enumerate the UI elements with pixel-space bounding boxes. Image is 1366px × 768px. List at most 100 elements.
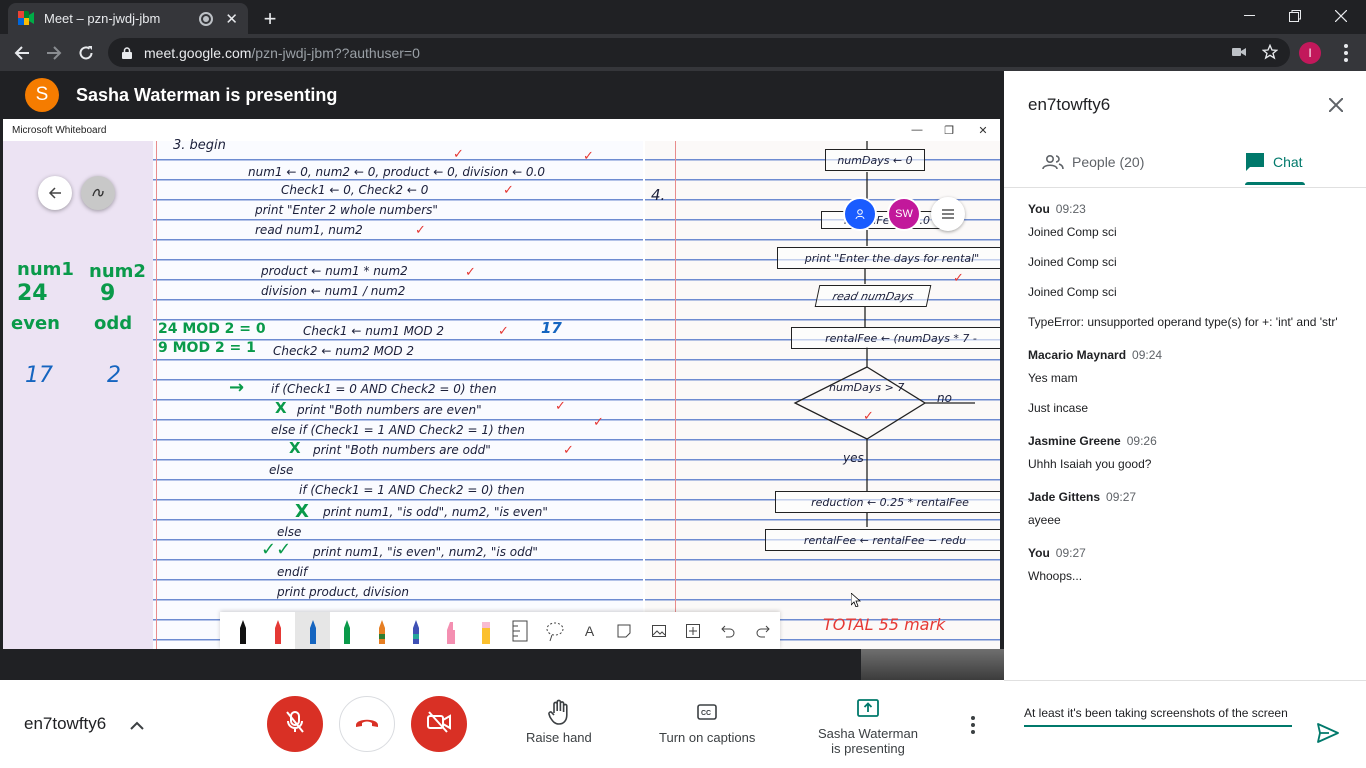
margin-note: 2	[107, 363, 121, 388]
whiteboard-titlebar: Microsoft Whiteboard — ❐ ✕	[3, 119, 1000, 141]
lock-icon[interactable]	[122, 46, 132, 59]
chat-compose-input[interactable]: At least it's been taking screenshots of…	[1024, 699, 1292, 727]
profile-avatar[interactable]: I	[1299, 42, 1321, 64]
pen-rainbow-icon[interactable]	[365, 612, 400, 649]
forward-icon[interactable]	[41, 40, 67, 66]
new-tab-icon[interactable]: +	[258, 6, 282, 32]
image-icon[interactable]	[642, 612, 677, 649]
pen-green-icon[interactable]	[330, 612, 365, 649]
tab-people[interactable]: People (20)	[1042, 139, 1144, 185]
chevron-up-icon[interactable]	[128, 716, 146, 734]
red-tick: ✓	[503, 183, 514, 198]
handwritten-line: Check1 ← 0, Check2 ← 0	[281, 183, 429, 197]
present-now-button[interactable]: Sasha Waterman is presenting	[818, 694, 918, 756]
back-icon[interactable]	[9, 40, 35, 66]
pen-red-icon[interactable]	[261, 612, 296, 649]
leave-call-button[interactable]	[339, 696, 395, 752]
message-text: ayeee	[1028, 513, 1061, 527]
message-group: Jade Gittens 09:27 ayeee	[1028, 490, 1348, 530]
send-icon[interactable]	[1316, 721, 1340, 745]
url-field[interactable]: meet.google.com/pzn-jwdj-jbm??authuser=0	[108, 38, 1290, 67]
handwritten-line: if (Check1 = 0 AND Check2 = 0) then	[271, 382, 497, 396]
pen-galaxy-icon[interactable]	[399, 612, 434, 649]
collaborators-icon[interactable]	[843, 197, 877, 231]
wb-back-icon[interactable]	[38, 176, 72, 210]
whiteboard-canvas[interactable]: num1 num2 24 9 even odd 17 2 3. begin nu…	[3, 138, 1000, 649]
handwritten-line: division ← num1 / num2	[261, 284, 406, 298]
message-text: Just incase	[1028, 401, 1089, 415]
cross-mark: X	[275, 399, 287, 417]
url-path: /pzn-jwdj-jbm??authuser=0	[251, 44, 420, 61]
self-video-thumbnail[interactable]	[861, 649, 1004, 680]
message-author: You	[1028, 546, 1050, 560]
handwritten-green: 9 MOD 2 = 1	[158, 340, 256, 356]
browser-menu-icon[interactable]	[1336, 42, 1356, 64]
pen-black-icon[interactable]	[226, 612, 261, 649]
presentation-stage: S Sasha Waterman is presenting Microsoft…	[0, 71, 1004, 680]
presenter-avatar: S	[25, 78, 59, 112]
undo-icon[interactable]	[711, 612, 746, 649]
highlighter-pink-icon[interactable]	[434, 612, 469, 649]
branch-label-yes: yes	[843, 451, 864, 465]
lasso-icon[interactable]	[538, 612, 573, 649]
handwritten-line: print num1, "is odd", num2, "is even"	[323, 505, 548, 519]
handwritten-line: else	[277, 525, 302, 539]
cross-mark: X	[295, 501, 309, 522]
red-tick: ✓	[593, 415, 604, 430]
reload-icon[interactable]	[73, 40, 99, 66]
wb-menu-icon[interactable]	[931, 197, 965, 231]
redo-icon[interactable]	[745, 612, 780, 649]
wb-minimize-icon[interactable]: —	[909, 122, 925, 138]
captions-button[interactable]: CC Turn on captions	[659, 698, 755, 745]
svg-text:CC: CC	[701, 710, 711, 717]
chat-messages: You 09:23 Joined Comp sci Joined Comp sci…	[1028, 202, 1348, 602]
margin-note: 17	[25, 363, 53, 388]
restore-icon[interactable]	[1272, 0, 1318, 32]
flowchart-box: read numDays	[814, 285, 932, 307]
tab-title: Meet – pzn-jwdj-jbm	[44, 11, 161, 26]
window-close-icon[interactable]	[1318, 0, 1364, 32]
message-text: Whoops...	[1028, 569, 1083, 583]
more-options-icon[interactable]	[966, 714, 980, 736]
camera-off-button[interactable]	[411, 696, 467, 752]
message-text: Joined Comp sci	[1028, 225, 1117, 239]
collaborator-avatar[interactable]: SW	[887, 197, 921, 231]
message-time: 09:27	[1055, 546, 1086, 560]
message-text: TypeError: unsupported operand type(s) f…	[1028, 315, 1338, 329]
hand-icon	[548, 698, 570, 726]
url-host: meet.google.com	[144, 44, 252, 61]
margin-note: 9	[100, 281, 116, 306]
handwritten-line: product ← num1 * num2	[261, 264, 408, 278]
microphone-off-button[interactable]	[267, 696, 323, 752]
message-author: You	[1028, 202, 1050, 216]
camera-in-use-icon[interactable]	[1232, 45, 1246, 64]
mouse-cursor-icon	[850, 592, 862, 612]
insert-icon[interactable]	[676, 612, 711, 649]
sticky-note-icon[interactable]	[607, 612, 642, 649]
message-group: Macario Maynard 09:24 Yes mam Just incase	[1028, 348, 1348, 418]
tab-chat[interactable]: Chat	[1245, 139, 1303, 185]
close-panel-icon[interactable]	[1324, 93, 1348, 117]
pen-blue-icon[interactable]	[295, 612, 330, 649]
bookmark-star-icon[interactable]	[1261, 43, 1279, 65]
margin-note: num1	[17, 259, 74, 280]
side-panel: en7towfty6 People (20) Chat You 09:23 Joi…	[1004, 71, 1366, 768]
mic-off-icon	[285, 710, 305, 739]
browser-tab[interactable]: Meet – pzn-jwdj-jbm ✕	[8, 3, 248, 34]
presenter-bar: S Sasha Waterman is presenting	[0, 71, 1004, 119]
chat-icon	[1245, 152, 1265, 172]
wb-close-icon[interactable]: ✕	[975, 122, 991, 138]
highlighter-yellow-icon[interactable]	[468, 612, 503, 649]
message-text: Joined Comp sci	[1028, 255, 1117, 269]
ruler-icon[interactable]	[503, 612, 538, 649]
wb-inking-icon[interactable]	[81, 176, 115, 210]
raise-hand-button[interactable]: Raise hand	[526, 698, 592, 745]
whiteboard-ink-toolbar: A	[220, 612, 780, 649]
meeting-controls: en7towfty6 Raise hand CC Turn on caption…	[0, 680, 1004, 768]
closed-captions-icon: CC	[697, 698, 717, 726]
notebook-page-left: 3. begin num1 ← 0, num2 ← 0, product ← 0…	[153, 138, 643, 649]
tab-close-icon[interactable]: ✕	[225, 10, 238, 28]
minimize-icon[interactable]	[1226, 0, 1272, 32]
wb-restore-icon[interactable]: ❐	[941, 122, 957, 138]
text-icon[interactable]: A	[572, 612, 607, 649]
